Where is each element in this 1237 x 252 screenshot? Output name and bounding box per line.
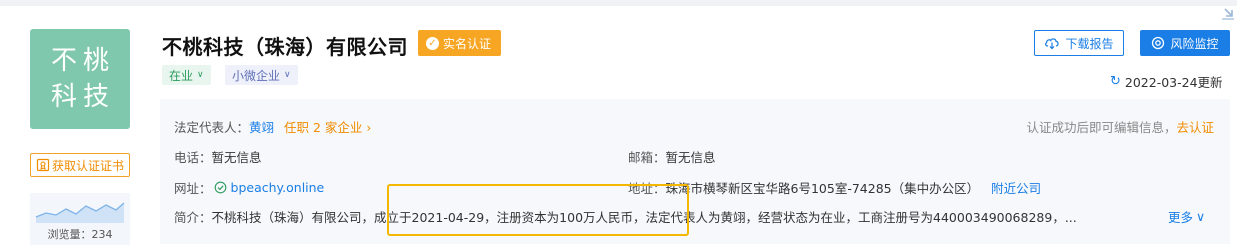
address-label: 地址： xyxy=(628,181,666,196)
size-tag[interactable]: 小微企业 ∨ xyxy=(225,65,298,85)
logo-text-line1: 不桃 xyxy=(50,46,115,76)
status-tag-label: 在业 xyxy=(169,68,194,83)
get-certificate-button[interactable]: 获取认证证书 xyxy=(30,153,130,177)
views-count: 234 xyxy=(91,228,113,241)
website-row: 网址： bpeachy.online xyxy=(174,178,324,197)
summary-label: 简介： xyxy=(174,210,212,225)
chevron-down-icon: ∨ xyxy=(197,70,204,80)
website-label: 网址： xyxy=(174,181,212,196)
verified-check-icon xyxy=(214,181,226,194)
company-logo: 不桃 科技 xyxy=(30,29,130,129)
verified-badge[interactable]: ✓ 实名认证 xyxy=(418,30,502,56)
top-strip xyxy=(0,0,1237,6)
phone-label: 电话： xyxy=(174,150,212,165)
risk-monitor-button[interactable]: 风险监控 xyxy=(1140,30,1230,56)
legal-rep-label: 法定代表人： xyxy=(174,120,250,135)
cloud-download-icon xyxy=(1045,38,1060,50)
address-row: 地址：珠海市横琴新区宝华路6号105室-74285（集中办公区） 附近公司 xyxy=(628,178,1041,197)
last-updated-text: 2022-03-24更新 xyxy=(1124,75,1223,90)
chevron-down-icon: ∨ xyxy=(284,70,291,80)
size-tag-label: 小微企业 xyxy=(232,68,281,83)
target-icon xyxy=(1152,36,1165,50)
views-sparkline-card: 浏览量：234 xyxy=(30,193,130,245)
phone-value: 暂无信息 xyxy=(211,150,262,165)
address-value: 珠海市横琴新区宝华路6号105室-74285（集中办公区） xyxy=(665,181,980,196)
certificate-icon xyxy=(36,158,50,172)
status-tag[interactable]: 在业 ∨ xyxy=(162,65,211,85)
rep-jobs-link[interactable]: 任职 2 家企业 › xyxy=(284,120,371,135)
nearby-companies-link[interactable]: 附近公司 xyxy=(991,181,1041,196)
email-value: 暂无信息 xyxy=(665,150,716,165)
refresh-icon[interactable]: ↻ xyxy=(1110,74,1121,89)
collapse-corner-icon[interactable] xyxy=(1219,6,1237,22)
logo-text-line2: 科技 xyxy=(50,82,115,112)
legal-rep-row: 法定代表人：黄翊 任职 2 家企业 › xyxy=(174,117,371,136)
verify-link[interactable]: 去认证 xyxy=(1176,120,1214,135)
get-certificate-label: 获取认证证书 xyxy=(51,158,124,173)
company-name: 不桃科技（珠海）有限公司 xyxy=(162,35,408,59)
rep-jobs-label: 任职 2 家企业 xyxy=(284,120,363,135)
email-label: 邮箱： xyxy=(628,150,666,165)
phone-row: 电话：暂无信息 xyxy=(174,147,262,166)
email-row: 邮箱：暂无信息 xyxy=(628,147,716,166)
chevron-down-icon: ∨ xyxy=(1196,209,1206,224)
views-label: 浏览量： xyxy=(47,228,92,241)
summary-text: 不桃科技（珠海）有限公司，成立于2021-04-29，注册资本为100万人民币，… xyxy=(211,210,1077,225)
edit-hint-text: 认证成功后即可编辑信息， xyxy=(1026,120,1177,135)
views-counter: 浏览量：234 xyxy=(30,226,130,242)
summary-row: 简介：不桃科技（珠海）有限公司，成立于2021-04-29，注册资本为100万人… xyxy=(174,207,1214,226)
risk-monitor-label: 风险监控 xyxy=(1170,36,1219,51)
company-info-panel: 法定代表人：黄翊 任职 2 家企业 › 认证成功后即可编辑信息，去认证 电话：暂… xyxy=(160,99,1230,244)
edit-hint: 认证成功后即可编辑信息，去认证 xyxy=(1026,117,1214,136)
more-label: 更多 xyxy=(1168,210,1194,225)
download-report-label: 下载报告 xyxy=(1065,36,1114,51)
legal-rep-link[interactable]: 黄翊 xyxy=(249,120,274,135)
verified-label: 实名认证 xyxy=(443,36,492,51)
website-link[interactable]: bpeachy.online xyxy=(231,180,325,195)
views-sparkline xyxy=(35,202,125,223)
last-updated: ↻ 2022-03-24更新 xyxy=(1110,72,1223,91)
more-button[interactable]: 更多 ∨ xyxy=(1164,207,1206,226)
check-icon: ✓ xyxy=(426,36,439,50)
download-report-button[interactable]: 下载报告 xyxy=(1034,30,1124,56)
chevron-right-icon: › xyxy=(366,120,372,135)
